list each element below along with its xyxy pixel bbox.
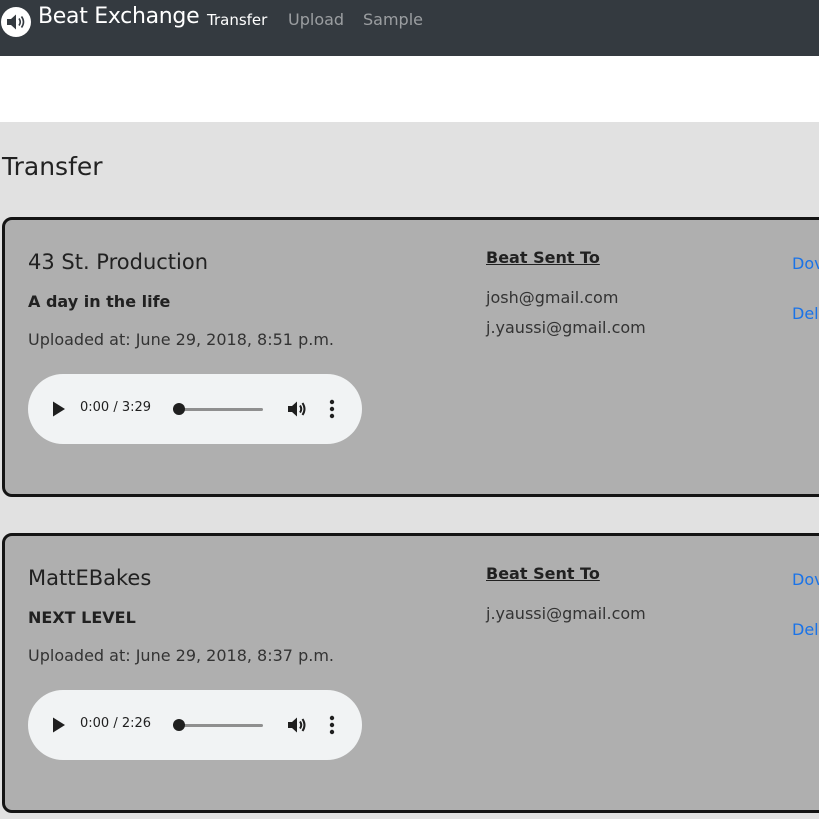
- seek-track: [173, 408, 263, 411]
- more-options-icon[interactable]: [328, 398, 336, 420]
- beat-title: A day in the life: [28, 292, 171, 311]
- volume-icon[interactable]: [286, 398, 308, 420]
- recipient-email: j.yaussi@gmail.com: [486, 318, 646, 337]
- beat-title: NEXT LEVEL: [28, 608, 136, 627]
- speaker-icon[interactable]: [0, 6, 32, 38]
- uploaded-timestamp: Uploaded at: June 29, 2018, 8:37 p.m.: [28, 646, 334, 665]
- uploaded-timestamp: Uploaded at: June 29, 2018, 8:51 p.m.: [28, 330, 334, 349]
- more-options-icon[interactable]: [328, 714, 336, 736]
- sent-to-heading: Beat Sent To: [486, 564, 600, 583]
- header-spacer: [0, 56, 819, 122]
- delete-link[interactable]: Del: [792, 304, 819, 323]
- seek-slider[interactable]: [173, 719, 263, 731]
- seek-track: [173, 724, 263, 727]
- main-content: Transfer 43 St. Production A day in the …: [0, 122, 819, 819]
- time-display: 0:00 / 2:26: [80, 716, 152, 731]
- recipient-email: josh@gmail.com: [486, 288, 619, 307]
- seek-thumb[interactable]: [173, 719, 185, 731]
- audio-player: 0:00 / 2:26: [28, 690, 362, 760]
- nav-link-upload[interactable]: Upload: [288, 10, 344, 29]
- download-link[interactable]: Dov: [792, 254, 819, 273]
- seek-thumb[interactable]: [173, 403, 185, 415]
- seek-slider[interactable]: [173, 403, 263, 415]
- navbar: Beat Exchange Transfer Upload Sample: [0, 0, 819, 56]
- producer-name: MattEBakes: [28, 566, 152, 590]
- play-icon[interactable]: [50, 400, 68, 418]
- sent-to-heading: Beat Sent To: [486, 248, 600, 267]
- delete-link[interactable]: Del: [792, 620, 819, 639]
- play-icon[interactable]: [50, 716, 68, 734]
- volume-icon[interactable]: [286, 714, 308, 736]
- transfer-card: MattEBakes NEXT LEVEL Uploaded at: June …: [2, 533, 819, 813]
- nav-link-transfer[interactable]: Transfer: [207, 11, 267, 29]
- nav-link-sample[interactable]: Sample: [363, 10, 423, 29]
- brand-title[interactable]: Beat Exchange: [38, 4, 200, 29]
- transfer-card: 43 St. Production A day in the life Uplo…: [2, 217, 819, 497]
- recipient-email: j.yaussi@gmail.com: [486, 604, 646, 623]
- audio-player: 0:00 / 3:29: [28, 374, 362, 444]
- download-link[interactable]: Dov: [792, 570, 819, 589]
- producer-name: 43 St. Production: [28, 250, 209, 274]
- time-display: 0:00 / 3:29: [80, 400, 152, 415]
- page-title: Transfer: [2, 152, 103, 181]
